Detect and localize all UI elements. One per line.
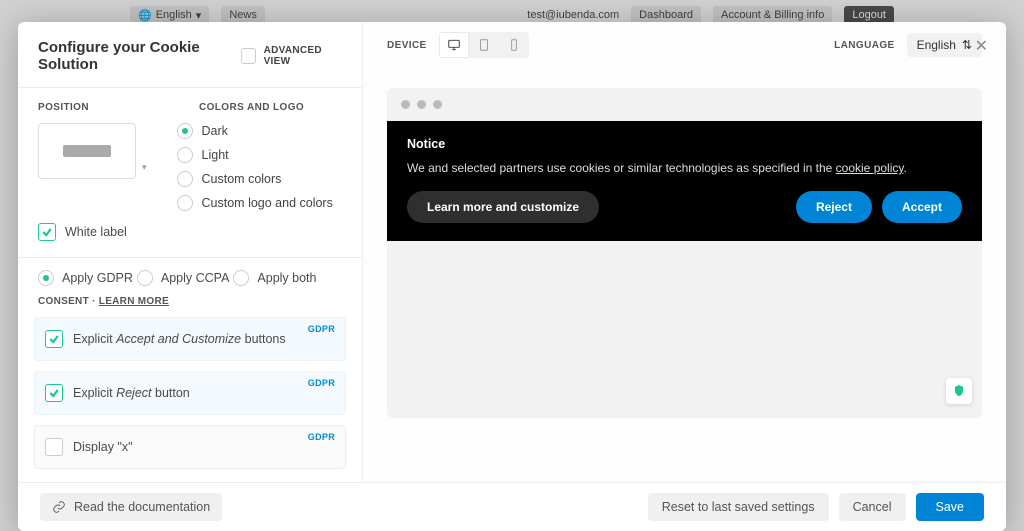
language-selector[interactable]: English⇅: [907, 33, 982, 57]
color-option-custom[interactable]: Custom colors: [177, 171, 333, 187]
white-label-label: White label: [65, 225, 127, 239]
preview-panel: DEVICE LANGUAGE: [363, 22, 1006, 482]
consent-heading: CONSENT · LEARN MORE: [18, 296, 362, 317]
shield-icon: [952, 384, 966, 398]
color-option-light[interactable]: Light: [177, 147, 333, 163]
device-desktop[interactable]: [439, 32, 469, 58]
law-gdpr[interactable]: Apply GDPR: [38, 270, 133, 286]
preview-browser: Notice We and selected partners use cook…: [387, 88, 982, 418]
option-display-x[interactable]: Display "x" GDPR: [34, 425, 346, 469]
color-option-dark[interactable]: Dark: [177, 123, 333, 139]
mobile-icon: [507, 38, 521, 52]
heading-colors: COLORS AND LOGO: [199, 102, 304, 113]
device-label: DEVICE: [387, 40, 427, 51]
advanced-view-toggle[interactable]: ADVANCED VIEW: [241, 45, 342, 67]
white-label-toggle[interactable]: White label: [18, 223, 362, 253]
law-both[interactable]: Apply both: [233, 270, 316, 286]
device-mobile[interactable]: [499, 32, 529, 58]
bg-email: test@iubenda.com: [527, 9, 619, 21]
advanced-view-checkbox[interactable]: [241, 48, 255, 64]
settings-panel: Configure your Cookie Solution ADVANCED …: [18, 22, 363, 482]
position-selector[interactable]: [38, 123, 136, 179]
footer-bar: Read the documentation Reset to last sav…: [18, 482, 1006, 531]
gdpr-tag: GDPR: [308, 324, 335, 334]
link-icon: [52, 500, 66, 514]
configurator-modal: ✕ Configure your Cookie Solution ADVANCE…: [18, 22, 1006, 531]
language-label: LANGUAGE: [834, 40, 894, 51]
tablet-icon: [477, 38, 491, 52]
accept-button[interactable]: Accept: [882, 191, 962, 223]
heading-position: POSITION: [38, 102, 89, 113]
reset-button[interactable]: Reset to last saved settings: [648, 493, 829, 521]
read-documentation-button[interactable]: Read the documentation: [40, 493, 222, 521]
save-button[interactable]: Save: [916, 493, 985, 521]
cookie-policy-link[interactable]: cookie policy: [836, 161, 904, 175]
option-explicit-accept[interactable]: Explicit Accept and Customize buttons GD…: [34, 317, 346, 361]
privacy-badge[interactable]: [946, 378, 972, 404]
gdpr-tag: GDPR: [308, 432, 335, 442]
law-ccpa[interactable]: Apply CCPA: [137, 270, 230, 286]
gdpr-tag: GDPR: [308, 378, 335, 388]
window-dots: [387, 88, 982, 121]
learn-more-link[interactable]: LEARN MORE: [99, 296, 169, 307]
banner-title: Notice: [407, 137, 962, 151]
option-explicit-reject[interactable]: Explicit Reject button GDPR: [34, 371, 346, 415]
color-option-custom-logo[interactable]: Custom logo and colors: [177, 195, 333, 211]
cancel-button[interactable]: Cancel: [839, 493, 906, 521]
reject-button[interactable]: Reject: [796, 191, 872, 223]
close-button[interactable]: ✕: [975, 36, 988, 56]
device-tablet[interactable]: [469, 32, 499, 58]
desktop-icon: [447, 38, 461, 52]
advanced-view-label: ADVANCED VIEW: [264, 45, 342, 67]
cookie-banner-preview: Notice We and selected partners use cook…: [387, 121, 982, 241]
page-title: Configure your Cookie Solution: [38, 39, 241, 73]
learn-more-button[interactable]: Learn more and customize: [407, 191, 599, 223]
sort-icon: ⇅: [962, 38, 972, 52]
banner-text: We and selected partners use cookies or …: [407, 161, 962, 175]
chevron-down-icon: ▾: [142, 162, 147, 173]
